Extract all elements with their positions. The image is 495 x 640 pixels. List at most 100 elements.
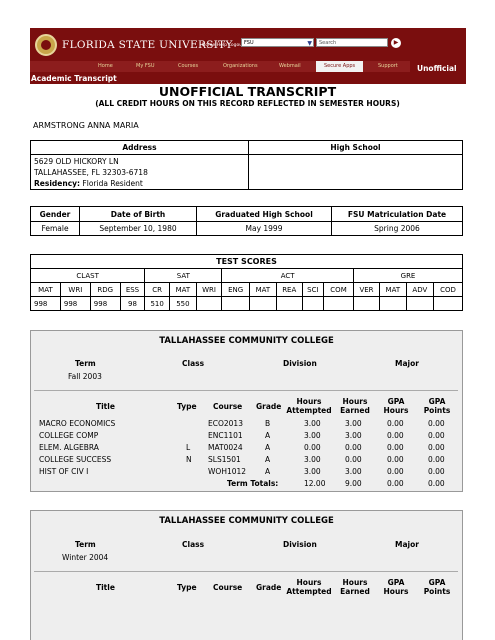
fsu-seal-icon[interactable]	[35, 34, 57, 56]
residency-label: Residency:	[34, 179, 81, 188]
matriculation-value: Spring 2006	[331, 221, 463, 236]
course-title: ELEM. ALGEBRA	[39, 443, 99, 452]
student-info-table: Gender Date of Birth Graduated High Scho…	[30, 206, 463, 236]
course-row: HIST OF CIV I WOH1012 A 3.00 3.00 0.00 0…	[31, 466, 462, 478]
gpa-points: 0.00	[428, 467, 445, 476]
course-title: COLLEGE COMP	[39, 431, 99, 440]
nav-courses[interactable]: Courses	[178, 63, 198, 69]
course-grade: B	[265, 419, 271, 428]
col-grade: Grade	[256, 583, 282, 592]
term-label: Term	[75, 540, 96, 549]
residency-value: Florida Resident	[82, 179, 143, 188]
score-value	[353, 296, 380, 311]
score-value	[433, 296, 463, 311]
course-grade: A	[265, 431, 271, 440]
address-line1: 5629 OLD HICKORY LN	[34, 157, 119, 166]
site-select[interactable]: FSU ▼	[241, 38, 314, 47]
score-value	[378, 296, 407, 311]
score-subhead: WRI	[59, 282, 91, 297]
course-code: MAT0024	[208, 443, 243, 452]
hours-earned: 0.00	[345, 443, 362, 452]
score-subhead: RDG	[89, 282, 121, 297]
top-links[interactable]: Home Help Logout	[202, 43, 244, 48]
hours-attempted: 0.00	[304, 443, 321, 452]
gender-value: Female	[30, 221, 80, 236]
chevron-down-icon: ▼	[307, 40, 312, 47]
graduated-value: May 1999	[196, 221, 332, 236]
arrow-right-circle-icon[interactable]: ▶	[391, 38, 401, 48]
course-title: HIST OF CIV I	[39, 467, 89, 476]
site-select-value: FSU	[244, 40, 254, 46]
dob-value: September 10, 1980	[79, 221, 197, 236]
division-label: Division	[283, 540, 317, 549]
course-title: MACRO ECONOMICS	[39, 419, 116, 428]
major-label: Major	[395, 540, 419, 549]
col-type: Type	[177, 583, 197, 592]
dob-header: Date of Birth	[79, 206, 197, 222]
score-value: 998	[59, 296, 91, 311]
course-type: L	[186, 443, 191, 452]
score-value: 998	[30, 296, 61, 311]
course-title: COLLEGE SUCCESS	[39, 455, 112, 464]
nav-webmail[interactable]: Webmail	[279, 63, 301, 69]
address-cell: 5629 OLD HICKORY LN TALLAHASSEE, FL 3230…	[30, 154, 249, 190]
course-grade: A	[265, 455, 271, 464]
student-name: ARMSTRONG ANNA MARIA	[33, 121, 139, 130]
test-scores-title: TEST SCORES	[30, 254, 463, 269]
score-value	[275, 296, 303, 311]
page-title: UNOFFICIAL TRANSCRIPT	[158, 84, 337, 99]
col-hours-earned: Hours Earned	[340, 578, 370, 596]
col-course: Course	[213, 402, 243, 411]
course-row: MACRO ECONOMICS ECO2013 B 3.00 3.00 0.00…	[31, 418, 462, 430]
score-subhead: MAT	[169, 282, 197, 297]
score-value	[301, 296, 325, 311]
course-grade: A	[265, 443, 271, 452]
nav-organizations[interactable]: Organizations	[223, 63, 258, 69]
graduated-header: Graduated High School	[196, 206, 332, 222]
class-label: Class	[182, 540, 205, 549]
course-code: ENC1101	[208, 431, 243, 440]
residency: Residency: Florida Resident	[34, 178, 245, 189]
course-row: COLLEGE COMP ENC1101 A 3.00 3.00 0.00 0.…	[31, 430, 462, 442]
term-block: TALLAHASSEE COMMUNITY COLLEGE Term Class…	[30, 510, 463, 640]
class-label: Class	[182, 359, 205, 368]
gpa-hours: 0.00	[387, 443, 404, 452]
score-subhead: REA	[275, 282, 303, 297]
division-label: Division	[283, 359, 317, 368]
address-line2: TALLAHASSEE, FL 32303-6718	[34, 168, 148, 177]
gpa-hours: 0.00	[387, 431, 404, 440]
act-group: ACT	[221, 268, 355, 283]
divider	[34, 390, 458, 391]
col-title: Title	[96, 402, 115, 411]
hours-attempted: 3.00	[304, 467, 321, 476]
score-subhead: COM	[323, 282, 355, 297]
course-code: ECO2013	[208, 419, 243, 428]
address-header: Address	[30, 140, 249, 155]
page-subtitle: (ALL CREDIT HOURS ON THIS RECORD REFLECT…	[95, 99, 400, 108]
hours-earned: 3.00	[345, 431, 362, 440]
gpa-points: 0.00	[428, 443, 445, 452]
course-row: ELEM. ALGEBRA L MAT0024 A 0.00 0.00 0.00…	[31, 442, 462, 454]
score-value	[249, 296, 277, 311]
hours-attempted: 3.00	[304, 419, 321, 428]
breadcrumb: Academic Transcript	[30, 74, 466, 84]
score-value: 550	[169, 296, 197, 311]
gpa-hours: 0.00	[387, 467, 404, 476]
nav-my-fsu[interactable]: My FSU	[136, 63, 154, 69]
score-subhead: COD	[433, 282, 463, 297]
col-gpa-hours: GPA Hours	[383, 397, 409, 415]
gender-header: Gender	[30, 206, 80, 222]
gre-group: GRE	[353, 268, 463, 283]
gpa-points: 0.00	[428, 455, 445, 464]
total-gpa-hours: 0.00	[387, 479, 404, 488]
test-scores-table: TEST SCORES CLAST SAT ACT GRE MAT WRI RD…	[29, 254, 463, 311]
sat-group: SAT	[144, 268, 223, 283]
nav-support[interactable]: Support	[378, 63, 398, 69]
nav-home[interactable]: Home	[98, 63, 113, 69]
nav-secure-apps[interactable]: Secure Apps	[316, 61, 364, 72]
score-value: 998	[89, 296, 121, 311]
score-value: 510	[144, 296, 170, 311]
divider	[34, 571, 458, 572]
search-input[interactable]: Search	[316, 38, 388, 47]
high-school-header: High School	[248, 140, 463, 155]
